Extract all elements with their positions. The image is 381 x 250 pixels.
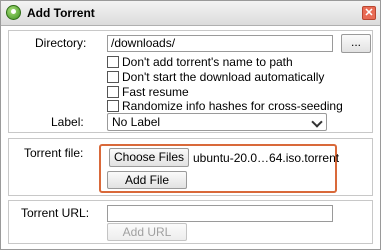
browse-button[interactable]: ...	[341, 34, 371, 53]
fast-resume-label: Fast resume	[122, 85, 189, 99]
label-select[interactable]: No Label	[107, 113, 327, 131]
directory-input[interactable]: /downloads/	[107, 35, 333, 52]
choose-files-button[interactable]: Choose Files	[109, 148, 189, 167]
torrent-url-label: Torrent URL:	[21, 206, 90, 220]
dont-start-label: Don't start the download automatically	[122, 70, 325, 84]
chevron-down-icon	[311, 116, 323, 128]
no-name-to-path-checkbox[interactable]	[107, 56, 119, 68]
add-torrent-dialog: Add Torrent ✕ Directory: /downloads/ ...…	[0, 0, 381, 250]
label-label: Label:	[51, 115, 84, 129]
add-url-button[interactable]: Add URL	[107, 223, 187, 241]
label-select-value: No Label	[112, 115, 161, 129]
fast-resume-checkbox[interactable]	[107, 86, 119, 98]
app-logo-icon	[6, 5, 21, 20]
directory-label: Directory:	[35, 36, 87, 50]
randomize-hashes-label: Randomize info hashes for cross-seeding	[122, 99, 343, 113]
add-file-button[interactable]: Add File	[107, 171, 187, 189]
chosen-file-name: ubuntu-20.0…64.iso.torrent	[193, 151, 340, 165]
torrent-url-input[interactable]	[107, 205, 333, 222]
randomize-hashes-checkbox[interactable]	[107, 100, 119, 112]
no-name-to-path-label: Don't add torrent's name to path	[122, 55, 293, 69]
torrent-file-label: Torrent file:	[24, 146, 84, 160]
dialog-title: Add Torrent	[27, 6, 95, 20]
title-bar[interactable]: Add Torrent ✕	[1, 1, 380, 26]
close-button[interactable]: ✕	[362, 6, 376, 20]
dont-start-checkbox[interactable]	[107, 71, 119, 83]
